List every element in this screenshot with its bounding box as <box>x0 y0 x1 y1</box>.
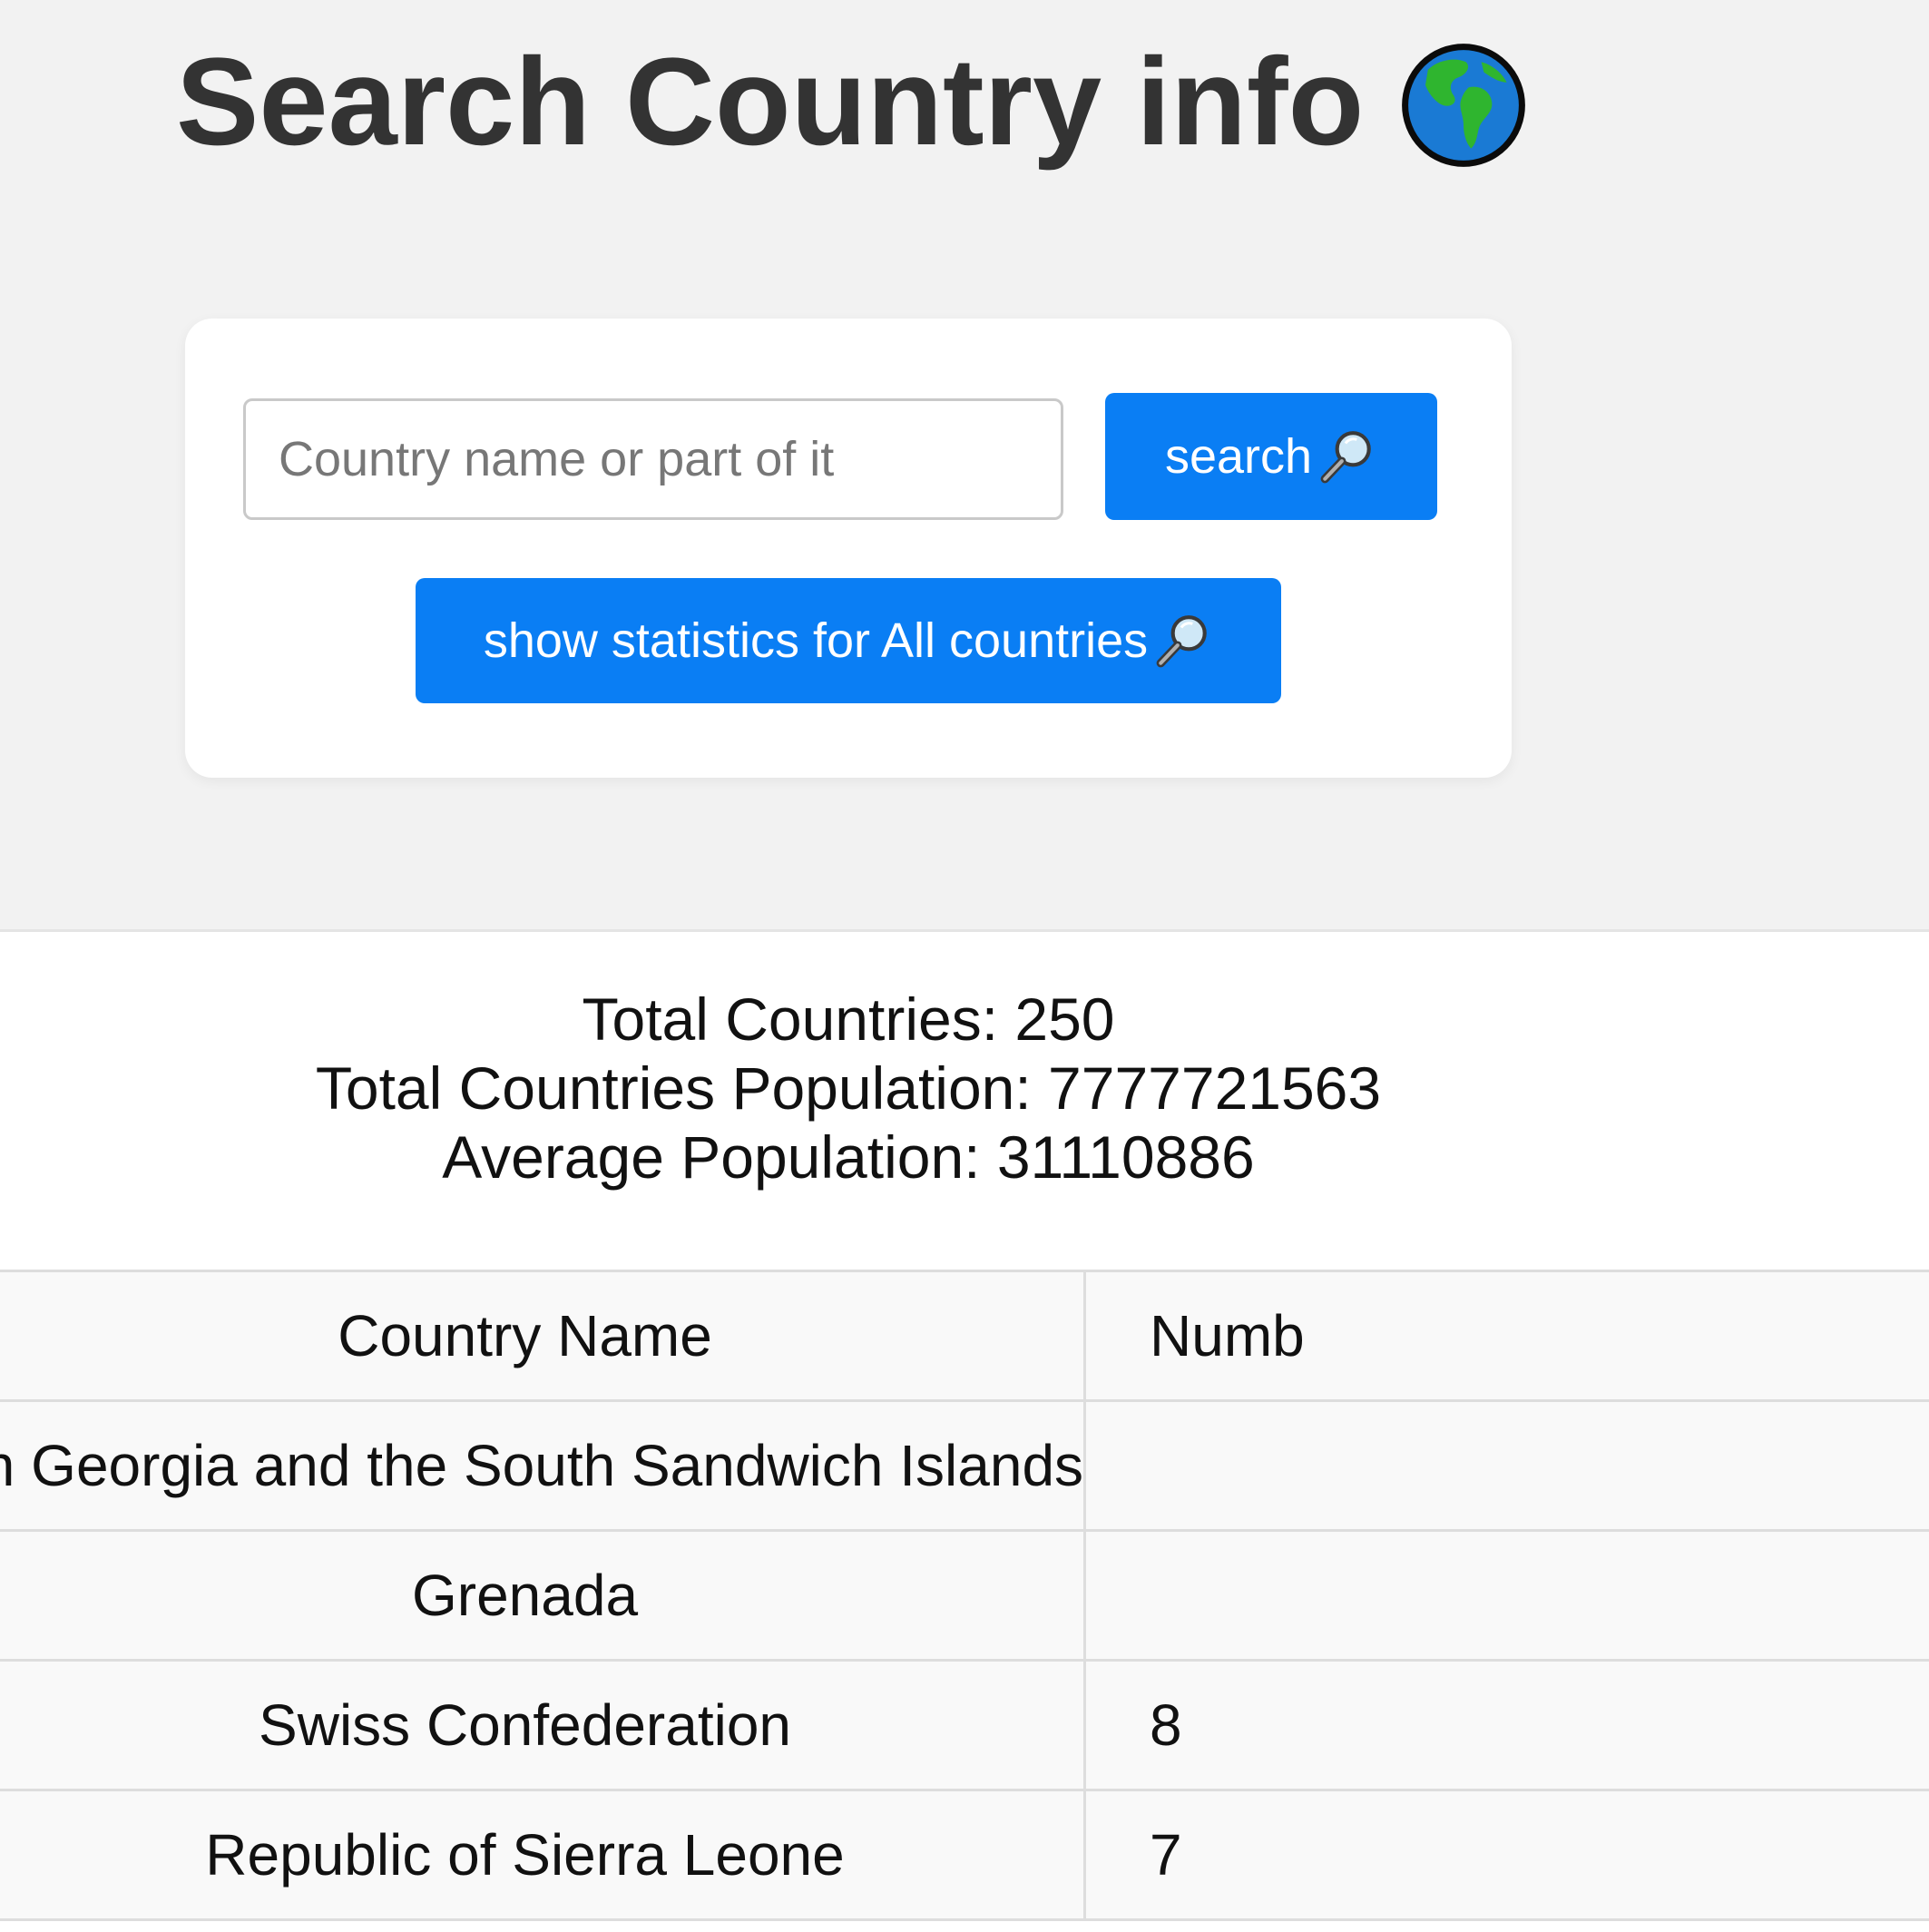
page-title-text: Search Country info <box>176 33 1365 172</box>
globe-americas-icon <box>1402 43 1526 167</box>
country-name-cell: th Georgia and the South Sandwich Island… <box>0 1399 1087 1532</box>
average-population-text: Average Population: 31110886 <box>442 1123 1255 1191</box>
country-name-cell: Swiss Confederation <box>0 1659 1087 1791</box>
magnifier-icon <box>1156 615 1207 668</box>
total-population-text: Total Countries Population: 7777721563 <box>315 1054 1382 1122</box>
show-statistics-label: show statistics for All countries <box>483 613 1149 668</box>
column-header-country-name: Country Name <box>0 1270 1087 1402</box>
results-panel: Total Countries: 250 Total Countries Pop… <box>0 929 1929 1932</box>
column-header-number: Numb <box>1083 1270 1929 1402</box>
table-row: Republic of Sierra Leone 7 <box>0 1789 1929 1921</box>
table-row: Grenada <box>0 1529 1929 1662</box>
table-header-row: Country Name Numb <box>0 1270 1929 1402</box>
table-row: Swiss Confederation 8 <box>0 1659 1929 1791</box>
number-cell: 8 <box>1083 1659 1929 1791</box>
number-cell <box>1083 1399 1929 1532</box>
number-cell: 7 <box>1083 1789 1929 1921</box>
magnifier-icon <box>1320 431 1371 484</box>
country-name-cell: Grenada <box>0 1529 1087 1662</box>
statistics-summary: Total Countries: 250 Total Countries Pop… <box>0 985 1697 1192</box>
country-name-cell: Republic of Sierra Leone <box>0 1789 1087 1921</box>
countries-table: Country Name Numb th Georgia and the Sou… <box>0 1270 1929 1921</box>
total-countries-text: Total Countries: 250 <box>582 986 1115 1053</box>
number-cell <box>1083 1529 1929 1662</box>
search-card: search show statistics for All countries <box>185 319 1512 778</box>
search-button[interactable]: search <box>1105 393 1437 520</box>
country-search-input[interactable] <box>243 398 1063 520</box>
search-button-label: search <box>1164 429 1313 484</box>
table-row: th Georgia and the South Sandwich Island… <box>0 1399 1929 1532</box>
page-title: Search Country info <box>176 25 1527 180</box>
show-statistics-button[interactable]: show statistics for All countries <box>416 578 1281 703</box>
